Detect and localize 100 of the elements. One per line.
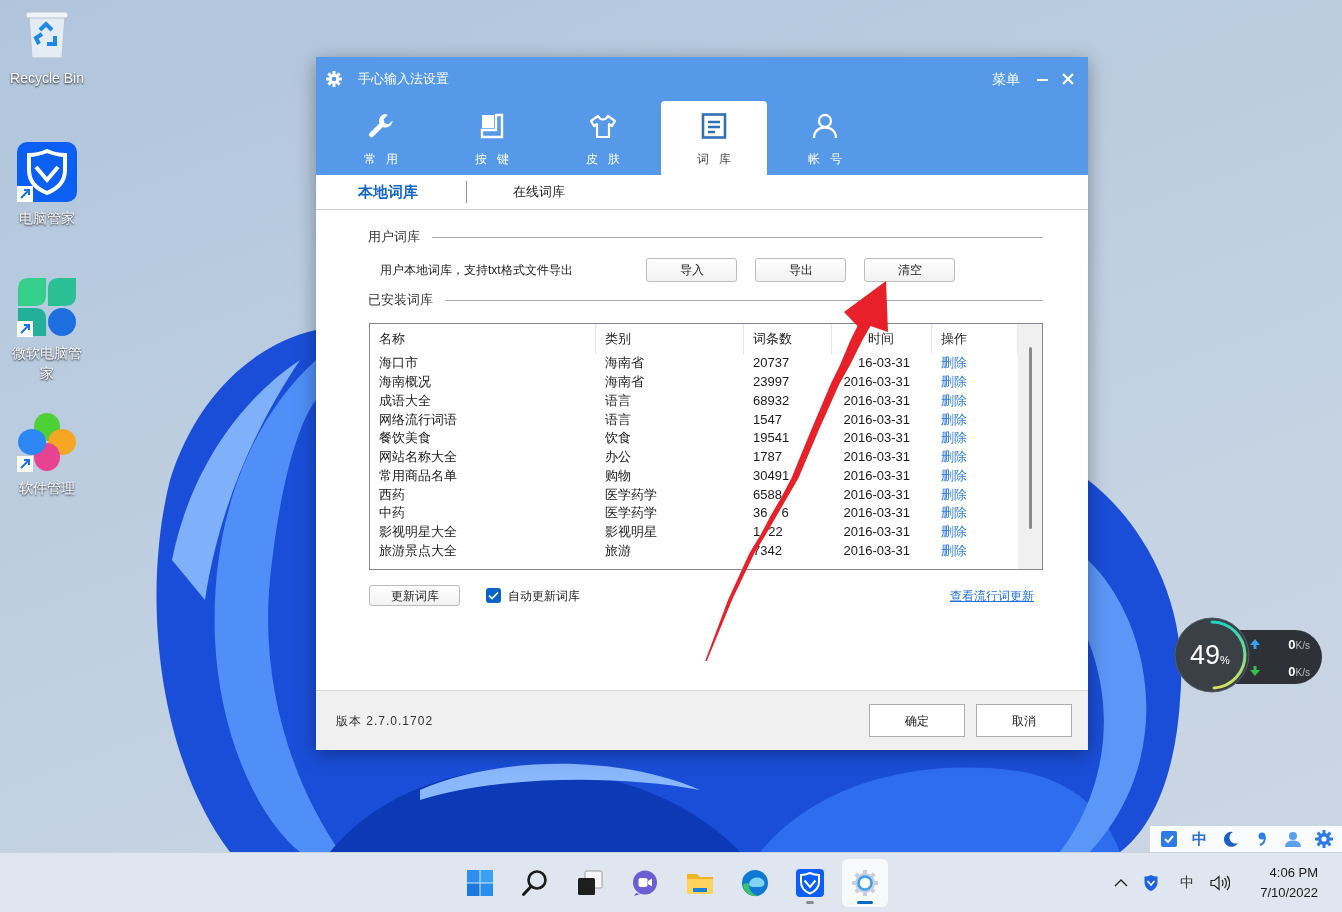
leaves-app-icon[interactable] xyxy=(17,277,77,337)
column-header[interactable]: 类别 xyxy=(596,324,744,354)
window-title: 手心输入法设置 xyxy=(358,70,449,89)
column-header[interactable]: 词条数 xyxy=(744,324,832,354)
comma-icon[interactable] xyxy=(1257,832,1266,846)
table-cell: 20737 xyxy=(753,355,790,372)
delete-link[interactable]: 删除 xyxy=(941,467,967,484)
shield-app-icon[interactable] xyxy=(796,868,824,897)
download-speed: 0K/s xyxy=(1288,662,1310,681)
shield-icon[interactable] xyxy=(1143,873,1159,892)
subtab[interactable]: 本地词库 xyxy=(358,180,418,204)
update-link[interactable]: 查看流行词更新 xyxy=(950,586,1034,605)
recycle-bin-icon[interactable] xyxy=(22,8,72,62)
table-cell: 2016-03-31 xyxy=(843,524,910,541)
delete-link[interactable]: 删除 xyxy=(941,392,967,409)
person-icon[interactable] xyxy=(1284,831,1301,847)
delete-link[interactable]: 删除 xyxy=(941,449,967,466)
delete-link[interactable]: 删除 xyxy=(941,486,967,503)
clock-time[interactable]: 4:06 PM xyxy=(1269,862,1318,883)
table-cell: 6588 xyxy=(753,486,782,503)
table-cell: 影视明星 xyxy=(605,524,657,541)
description-text: 用户本地词库，支持txt格式文件导出 xyxy=(380,262,574,279)
tab[interactable]: 皮肤 xyxy=(550,101,656,175)
active-indicator xyxy=(857,900,873,904)
speaker-icon[interactable] xyxy=(1210,874,1230,891)
dictionary-button[interactable]: 导入 xyxy=(646,258,737,282)
table-cell: 16-03-31 xyxy=(857,355,910,372)
delete-link[interactable]: 删除 xyxy=(941,505,967,522)
moon-icon[interactable] xyxy=(1222,831,1239,847)
desktop-icon-label: 电脑管家 xyxy=(19,209,75,228)
download-arrow-icon xyxy=(1250,665,1260,676)
checkbox[interactable] xyxy=(486,588,501,603)
ime-indicator[interactable]: 中 xyxy=(1180,872,1194,893)
task-view-icon[interactable] xyxy=(576,868,604,897)
desktop-icon-label: 微软电脑管家 xyxy=(11,344,83,383)
table-cell: 旅游景点大全 xyxy=(379,542,457,559)
table-cell: 医学药学 xyxy=(605,486,657,503)
table-cell: 成语大全 xyxy=(379,392,431,409)
menu-button[interactable]: 菜单 xyxy=(992,68,1020,90)
table-cell: 购物 xyxy=(605,467,631,484)
tab[interactable]: 词库 xyxy=(661,101,767,175)
scrollbar-thumb[interactable] xyxy=(1028,347,1032,529)
delete-link[interactable]: 删除 xyxy=(941,374,967,391)
table-cell: 1547 xyxy=(753,411,782,428)
table-cell: 2016-03-31 xyxy=(843,486,910,503)
caret-icon[interactable] xyxy=(1114,878,1128,887)
wrench-icon xyxy=(367,112,395,140)
settings-icon[interactable] xyxy=(1314,830,1333,848)
delete-link[interactable]: 删除 xyxy=(941,430,967,447)
table-cell: 旅游 xyxy=(605,542,631,559)
check-square-icon[interactable] xyxy=(1160,831,1177,847)
table-cell: 2016-03-31 xyxy=(843,374,910,391)
tshirt-icon xyxy=(589,112,617,140)
table-cell: 22 xyxy=(768,524,783,541)
table-cell: 19541 xyxy=(753,430,790,447)
shield-app-icon[interactable] xyxy=(17,142,77,202)
table-cell: 饮食 xyxy=(605,430,631,447)
clock-date[interactable]: 7/10/2022 xyxy=(1260,882,1318,903)
table-cell: 1787 xyxy=(753,449,782,466)
table-cell: 海口市 xyxy=(379,355,418,372)
checkbox-label: 自动更新词库 xyxy=(508,587,580,605)
table-cell: 1 xyxy=(753,524,761,541)
delete-link[interactable]: 删除 xyxy=(941,411,967,428)
chat-icon[interactable] xyxy=(631,868,659,897)
dictionary-button[interactable]: 导出 xyxy=(755,258,846,282)
subtab[interactable]: 在线词库 xyxy=(513,182,565,202)
delete-link[interactable]: 删除 xyxy=(941,355,967,372)
tab[interactable]: 帐号 xyxy=(772,101,878,175)
table-cell: 海南概况 xyxy=(379,374,431,391)
start-icon[interactable] xyxy=(466,868,494,897)
table-cell: 海南省 xyxy=(605,355,644,372)
dialog-button[interactable]: 确定 xyxy=(869,704,965,737)
ime-mode-button[interactable]: 中 xyxy=(1192,827,1207,851)
tab[interactable]: 按键 xyxy=(439,101,545,175)
delete-link[interactable]: 删除 xyxy=(941,542,967,559)
table-cell: 西药 xyxy=(379,486,405,503)
table-cell: 影视明星大全 xyxy=(379,524,457,541)
table-cell: 网站名称大全 xyxy=(379,449,457,466)
table-cell: 6 xyxy=(781,505,789,522)
update-button[interactable]: 更新词库 xyxy=(369,585,460,606)
table-cell: 2016-03-31 xyxy=(843,449,910,466)
table-cell: 中药 xyxy=(379,505,405,522)
table-cell: 餐饮美食 xyxy=(379,430,431,447)
taskbar-app-button[interactable] xyxy=(842,858,888,907)
person-icon xyxy=(811,112,839,140)
dialog-button[interactable]: 取消 xyxy=(976,704,1072,737)
table-cell: 常用商品名单 xyxy=(379,467,457,484)
table-cell: 2016-03-31 xyxy=(843,392,910,409)
table-cell: 2016-03-31 xyxy=(843,505,910,522)
gear-icon xyxy=(326,71,342,87)
delete-link[interactable]: 删除 xyxy=(941,524,967,541)
tab[interactable]: 常用 xyxy=(328,101,434,175)
close-icon[interactable] xyxy=(1062,73,1074,85)
column-header[interactable]: 名称 xyxy=(370,324,596,354)
squares-icon xyxy=(478,112,506,140)
search-icon[interactable] xyxy=(521,868,549,897)
table-cell: 68932 xyxy=(753,392,790,409)
browser-icon[interactable] xyxy=(741,868,769,897)
dictionary-button[interactable]: 清空 xyxy=(864,258,955,282)
petals-app-icon[interactable] xyxy=(17,412,77,472)
